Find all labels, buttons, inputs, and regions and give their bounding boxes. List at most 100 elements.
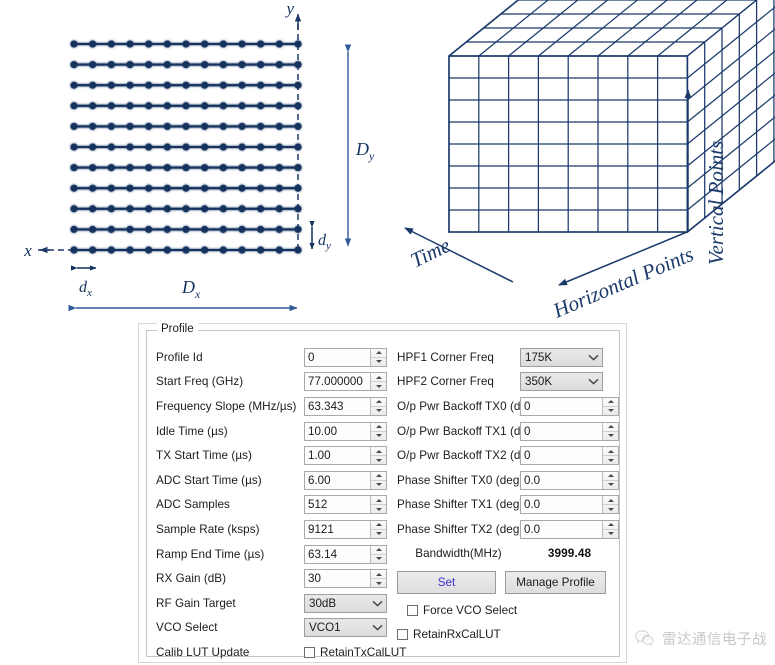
spinner-buttons[interactable] — [370, 520, 386, 538]
spinner-up-button[interactable] — [603, 472, 618, 481]
spinner-up-button[interactable] — [371, 570, 386, 580]
spinner-up-button[interactable] — [603, 423, 618, 432]
field-value[interactable]: 10.00 — [305, 425, 370, 438]
frequency-slope-spinner[interactable]: 63.343 — [304, 396, 387, 416]
spinner-buttons[interactable] — [370, 496, 386, 514]
field-value[interactable]: 0 — [521, 425, 602, 438]
spinner-down-button[interactable] — [603, 407, 618, 415]
field-value[interactable]: 0.0 — [521, 498, 602, 511]
triangle-down-icon — [375, 409, 382, 413]
checkbox-box[interactable] — [304, 646, 315, 658]
field-value[interactable]: 63.343 — [305, 400, 370, 413]
field-value[interactable]: 6.00 — [305, 474, 370, 487]
triangle-down-icon — [375, 360, 382, 364]
rf-gain-target-select[interactable]: 30dB — [304, 593, 387, 613]
field-idle-time: Idle Time (µs) 10.00 — [156, 419, 397, 444]
spinner-up-button[interactable] — [603, 447, 618, 457]
field-value[interactable]: 1.00 — [305, 449, 370, 462]
manage-profile-button[interactable]: Manage Profile — [505, 570, 606, 594]
field-value[interactable]: 0 — [521, 449, 602, 462]
checkbox-force-vco-select[interactable]: Force VCO Select — [407, 604, 517, 617]
spinner-buttons[interactable] — [370, 570, 386, 588]
field-value[interactable]: 0.0 — [521, 523, 602, 536]
spinner-down-button[interactable] — [371, 579, 386, 587]
spinner-buttons[interactable] — [602, 471, 618, 489]
field-value[interactable]: 30 — [305, 572, 370, 585]
field-value[interactable]: 9121 — [305, 523, 370, 536]
triangle-down-icon — [607, 483, 614, 487]
spinner-down-button[interactable] — [603, 432, 618, 440]
checkbox-box[interactable] — [397, 629, 408, 641]
pwr-backoff-tx2-spinner[interactable]: 0 — [520, 446, 619, 466]
spinner-down-button[interactable] — [603, 481, 618, 489]
sample-rate-spinner[interactable]: 9121 — [304, 519, 387, 539]
spinner-down-button[interactable] — [371, 382, 386, 390]
spinner-up-button[interactable] — [371, 496, 386, 506]
profile-id-spinner[interactable]: 0 — [304, 347, 387, 367]
field-value[interactable]: 0 — [305, 351, 370, 364]
triangle-down-icon — [607, 507, 614, 511]
spinner-up-button[interactable] — [603, 496, 618, 506]
spinner-buttons[interactable] — [370, 397, 386, 415]
spinner-buttons[interactable] — [370, 348, 386, 366]
rx-gain-spinner[interactable]: 30 — [304, 569, 387, 589]
spinner-up-button[interactable] — [371, 472, 386, 481]
spinner-buttons[interactable] — [602, 496, 618, 514]
adc-samples-spinner[interactable]: 512 — [304, 495, 387, 515]
adc-start-time-spinner[interactable]: 6.00 — [304, 470, 387, 490]
spinner-up-button[interactable] — [371, 423, 386, 432]
field-value[interactable]: 0 — [521, 400, 602, 413]
spinner-buttons[interactable] — [370, 373, 386, 391]
field-value[interactable]: 77.000000 — [305, 375, 370, 388]
pwr-backoff-tx1-spinner[interactable]: 0 — [520, 421, 619, 441]
spinner-buttons[interactable] — [602, 397, 618, 415]
checkbox-retain-rx-cal-lut[interactable]: RetainRxCalLUT — [397, 628, 501, 641]
spinner-up-button[interactable] — [603, 398, 618, 407]
spinner-buttons[interactable] — [602, 422, 618, 440]
spinner-buttons[interactable] — [602, 520, 618, 538]
field-value[interactable]: 512 — [305, 498, 370, 511]
checkbox-box[interactable] — [407, 604, 418, 616]
spinner-up-button[interactable] — [371, 398, 386, 407]
hpf2-corner-freq-select[interactable]: 350K — [520, 372, 603, 392]
spinner-buttons[interactable] — [602, 447, 618, 465]
idle-time-spinner[interactable]: 10.00 — [304, 421, 387, 441]
data-cube-svg: Time Horizontal Points Vertical Points — [404, 0, 775, 320]
spinner-up-button[interactable] — [371, 521, 386, 530]
set-button[interactable]: Set — [397, 570, 496, 594]
phase-shifter-tx0-spinner[interactable]: 0.0 — [520, 470, 619, 490]
field-value[interactable]: 0.0 — [521, 474, 602, 487]
checkbox-retain-tx-cal-lut[interactable]: RetainTxCalLUT — [304, 646, 406, 659]
spinner-down-button[interactable] — [603, 505, 618, 513]
pwr-backoff-tx0-spinner[interactable]: 0 — [520, 396, 619, 416]
spinner-up-button[interactable] — [371, 546, 386, 555]
field-value[interactable]: 63.14 — [305, 548, 370, 561]
spinner-down-button[interactable] — [371, 407, 386, 415]
spinner-down-button[interactable] — [371, 481, 386, 489]
spinner-buttons[interactable] — [370, 471, 386, 489]
spinner-up-button[interactable] — [371, 349, 386, 358]
hpf1-corner-freq-select[interactable]: 175K — [520, 347, 603, 367]
spinner-down-button[interactable] — [371, 555, 386, 563]
phase-shifter-tx1-spinner[interactable]: 0.0 — [520, 495, 619, 515]
phase-shifter-tx2-spinner[interactable]: 0.0 — [520, 519, 619, 539]
vco-select-select[interactable]: VCO1 — [304, 618, 387, 638]
spinner-down-button[interactable] — [603, 456, 618, 464]
profile-configuration-panel: Profile Profile Id 0 Start Freq (GHz) 77… — [138, 323, 627, 663]
spinner-up-button[interactable] — [371, 447, 386, 457]
spinner-buttons[interactable] — [370, 545, 386, 563]
spinner-up-button[interactable] — [603, 521, 618, 530]
spinner-up-button[interactable] — [371, 373, 386, 383]
spinner-buttons[interactable] — [370, 422, 386, 440]
start-freq-spinner[interactable]: 77.000000 — [304, 372, 387, 392]
spinner-down-button[interactable] — [371, 358, 386, 366]
spinner-down-button[interactable] — [371, 456, 386, 464]
spinner-down-button[interactable] — [371, 505, 386, 513]
spinner-down-button[interactable] — [371, 432, 386, 440]
spinner-buttons[interactable] — [370, 447, 386, 465]
spinner-down-button[interactable] — [603, 530, 618, 538]
ramp-end-time-spinner[interactable]: 63.14 — [304, 544, 387, 564]
triangle-up-icon — [375, 351, 382, 355]
spinner-down-button[interactable] — [371, 530, 386, 538]
tx-start-time-spinner[interactable]: 1.00 — [304, 446, 387, 466]
